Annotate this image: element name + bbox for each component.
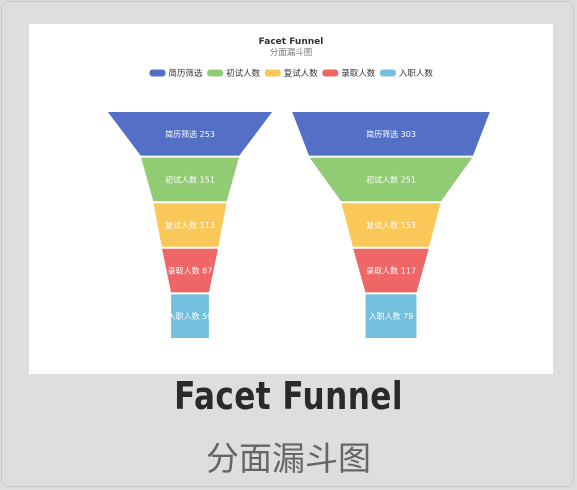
legend-swatch [264, 69, 281, 77]
legend-swatch [207, 69, 224, 77]
legend-item[interactable]: 复试人数 [264, 68, 319, 79]
legend-label: 录取人数 [341, 68, 376, 79]
chart-legend: 简历筛选 初试人数 复试人数 录取人数 入职人数 [149, 68, 434, 79]
funnel-segment-label: 入职人数 59 [168, 311, 213, 321]
chart-title: Facet Funnel [259, 37, 324, 47]
funnel-segment-label: 录取人数 87 [168, 266, 213, 276]
chart-panel: Facet Funnel 分面漏斗图 简历筛选 初试人数 复试人数 录取人数入职人数 … [29, 24, 553, 374]
legend-swatch [379, 69, 396, 77]
caption-title: Facet Funnel [174, 374, 403, 418]
funnel-segment-label: 复试人数 113 [165, 220, 215, 230]
funnel-facet: 简历筛选 253 初试人数 151 复试人数 113 录取人数 87 入职人数 59 [105, 111, 275, 339]
legend-item[interactable]: 录取人数 [322, 68, 376, 79]
legend-label: 简历筛选 [169, 68, 204, 79]
funnel-segment-label: 简历筛选 303 [366, 129, 416, 139]
chart-subtitle: 分面漏斗图 [270, 47, 313, 58]
legend-item[interactable]: 初试人数 [207, 68, 261, 79]
funnel-segment-label: 复试人数 153 [366, 220, 416, 230]
facet-funnel-chart: Facet Funnel 分面漏斗图 简历筛选 初试人数 复试人数 录取人数入职人数 … [105, 37, 492, 339]
caption-subtitle: 分面漏斗图 [206, 439, 371, 478]
legend-swatch [322, 69, 339, 77]
funnel-segment-label: 简历筛选 253 [165, 129, 215, 139]
funnel-segment-label: 初试人数 151 [165, 174, 215, 184]
funnel-segment-label: 录取人数 117 [366, 266, 416, 276]
legend-item[interactable]: 简历筛选 [149, 68, 204, 79]
legend-label: 入职人数 [399, 68, 434, 79]
legend-label: 复试人数 [284, 68, 319, 79]
funnel-segment-label: 初试人数 251 [366, 174, 416, 184]
legend-label: 初试人数 [226, 68, 261, 79]
funnel-facets: 简历筛选 253初试人数 151复试人数 113录取人数 87入职人数 59简历… [105, 111, 492, 339]
funnel-facet: 简历筛选 303 初试人数 251 复试人数 153 录取人数 117 入职人数 79 [290, 111, 492, 339]
legend-item[interactable]: 入职人数 [379, 68, 434, 79]
funnel-segment-label: 入职人数 79 [369, 311, 414, 321]
legend-swatch [149, 69, 166, 77]
